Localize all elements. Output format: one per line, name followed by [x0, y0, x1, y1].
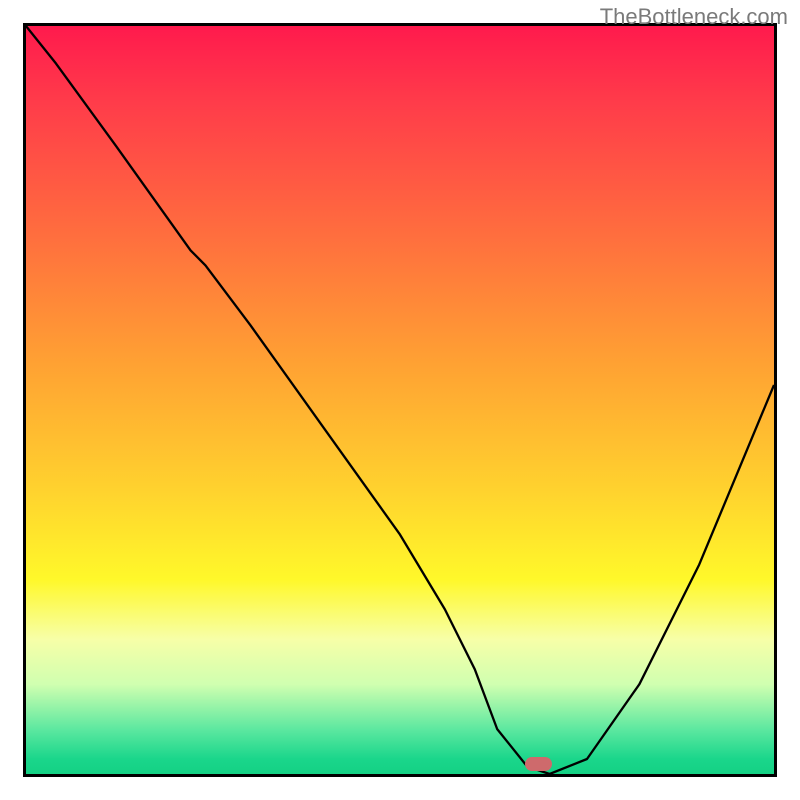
minimum-marker: [525, 757, 552, 771]
plot-frame: [23, 23, 777, 777]
watermark-text: TheBottleneck.com: [600, 4, 788, 30]
chart-container: TheBottleneck.com: [0, 0, 800, 800]
bottleneck-curve: [26, 26, 774, 774]
curve-svg: [26, 26, 774, 774]
